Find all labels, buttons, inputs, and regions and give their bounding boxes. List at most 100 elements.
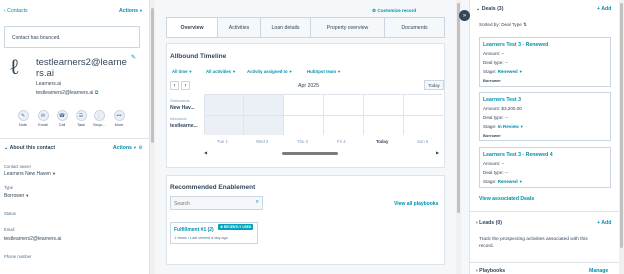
about-actions-label: Actions <box>112 145 132 151</box>
email-button[interactable]: ✉ Email <box>33 110 53 127</box>
timeline-scrollbar-thumb[interactable] <box>282 152 338 155</box>
note-icon: ✎ <box>17 110 29 121</box>
call-label: Call <box>58 123 66 127</box>
email-field-label: Email <box>4 227 15 232</box>
leads-header[interactable]: › Leads (0) <box>476 220 502 226</box>
envelope-icon: ✉ <box>37 110 49 121</box>
deals-header[interactable]: ⌄ Deals (3) <box>476 6 503 12</box>
tab-overview[interactable]: Overview <box>167 18 218 37</box>
actions-menu[interactable]: Actions▼ <box>119 8 143 14</box>
scroll-right-icon[interactable]: ▶ <box>436 150 439 155</box>
row-owner: testlearne... <box>170 123 198 129</box>
add-lead-button[interactable]: + Add <box>597 220 611 226</box>
deal-stage-select[interactable]: In Review▼ <box>498 124 524 129</box>
filter-assigned-label: Activity assigned to <box>247 69 288 74</box>
tab-loan-details[interactable]: Loan details <box>261 18 311 37</box>
add-deal-button[interactable]: + Add <box>597 6 611 12</box>
caret-down-icon: ▼ <box>288 69 293 74</box>
about-actions-menu[interactable]: Actions▼ <box>113 145 137 151</box>
playbooks-header[interactable]: › Playbooks <box>476 268 505 274</box>
right-sidebar: ⌄ Deals (3) + Add Sorted by: Deal Type ⇅… <box>469 0 624 274</box>
deal-card[interactable]: Learners Test 3 Amount: $3,200.00 Deal t… <box>479 92 611 141</box>
manage-playbooks-link[interactable]: Manage <box>589 268 608 274</box>
tab-activities[interactable]: Activities <box>218 18 261 37</box>
about-toggle[interactable]: ⌄ About this contact <box>4 145 55 151</box>
tab-documents[interactable]: Documents <box>385 18 444 37</box>
recently-used-badge: ★ RECENTLY USED <box>218 224 254 230</box>
playbook-card[interactable]: Fulfillment #1 (2) ★ RECENTLY USED 1 vie… <box>170 222 258 244</box>
deal-type: Deal type: -- <box>483 170 509 175</box>
avatar[interactable]: ℓ <box>9 56 26 80</box>
contact-email: testlearners2@learners.ai <box>36 90 94 96</box>
settings-icon[interactable]: ⚙ <box>138 145 143 151</box>
phone-icon: ☎ <box>56 110 68 121</box>
row-outbounds: Outbounds <box>170 98 190 103</box>
day-label: Sun 6 <box>417 139 429 144</box>
call-button[interactable]: ☎ Call <box>52 110 72 127</box>
deal-stage-label: Stage: <box>483 179 497 184</box>
tab-property-overview[interactable]: Property overview <box>311 18 385 37</box>
main-scrollbar[interactable] <box>456 0 461 274</box>
today-button-label: Today <box>428 82 440 88</box>
day-label: Wed 2 <box>256 139 269 144</box>
more-button[interactable]: ••• More <box>109 110 129 127</box>
row-inbounds-owner: testlearne... <box>170 123 198 129</box>
playbook-search[interactable]: ⌕ <box>170 196 263 210</box>
search-input[interactable] <box>174 199 249 208</box>
left-scrollbar-thumb[interactable] <box>151 8 154 143</box>
filter-team[interactable]: HubSpot team▼ <box>307 69 341 74</box>
day-label-today: Today <box>376 139 389 144</box>
month-label: Apr 2025 <box>298 83 320 89</box>
playbook-meta: 1 views • Last viewed a day ago <box>174 236 228 240</box>
caret-down-icon: ▼ <box>139 8 143 13</box>
sequence-button[interactable]: ⋮ Sequ... <box>89 110 109 127</box>
next-month-button[interactable]: › <box>181 81 190 90</box>
task-icon: ☰ <box>75 110 87 121</box>
deal-stage-value: Renewed <box>497 69 518 74</box>
tab-label: Loan details <box>271 24 300 31</box>
day-label: Tue 1 <box>217 139 228 144</box>
edit-icon[interactable]: ✎ <box>131 54 136 61</box>
left-sidebar: ‹ Contacts Actions▼ Contact has bounced.… <box>0 0 150 274</box>
deal-title[interactable]: Learners Test 3 <box>483 97 521 103</box>
left-scrollbar[interactable] <box>150 0 155 274</box>
filter-time[interactable]: All time▼ <box>172 69 193 74</box>
leads-desc-line: record. <box>479 244 494 249</box>
email-field-value[interactable]: testlearners2@learners.ai <box>4 236 61 242</box>
today-button[interactable]: Today <box>424 80 444 90</box>
email-row: testlearners2@learners.ai ⧉ <box>36 90 98 96</box>
contacts-back-link[interactable]: ‹ Contacts <box>4 8 28 14</box>
prev-month-button[interactable]: ‹ <box>170 81 179 90</box>
tab-label: Property overview <box>326 24 369 31</box>
type-select[interactable]: Borrower▼ <box>4 193 29 199</box>
row-owner: New Hav... <box>170 105 195 111</box>
deal-card[interactable]: Learners Test 3 - Renewed 4 Amount: -- D… <box>479 147 611 188</box>
copy-icon[interactable]: ⧉ <box>95 90 99 96</box>
view-associated-deals-link[interactable]: View associated Deals <box>479 196 534 202</box>
collapse-sidebar-button[interactable]: » <box>459 10 470 21</box>
scroll-left-icon[interactable]: ◀ <box>204 150 207 155</box>
bounced-alert: Contact has bounced. <box>4 26 140 48</box>
task-button[interactable]: ☰ Task <box>71 110 91 127</box>
deal-title[interactable]: Learners Test 3 - Renewed <box>483 42 548 48</box>
filter-activities[interactable]: All activities▼ <box>206 69 236 74</box>
deal-title[interactable]: Learners Test 3 - Renewed 4 <box>483 152 553 158</box>
sort-row[interactable]: Sorted by: Deal Type ⇅ <box>479 22 527 28</box>
view-all-playbooks-link[interactable]: View all playbooks <box>394 201 438 207</box>
deal-type: Deal type: -- <box>483 60 509 65</box>
deal-card[interactable]: Learners Test 3 - Renewed Amount: -- Dea… <box>479 37 611 87</box>
right-scrollbar-thumb[interactable] <box>620 3 623 248</box>
contacts-link-label: Contacts <box>7 8 28 14</box>
deal-stage-select[interactable]: Renewed▼ <box>498 179 523 184</box>
deal-stage-select[interactable]: Renewed▼ <box>498 69 523 74</box>
note-button[interactable]: ✎ Note <box>13 110 33 127</box>
divider <box>470 211 624 212</box>
caret-down-icon: ▼ <box>188 69 193 74</box>
timeline-scrollbar[interactable]: ◀ ▶ <box>204 150 442 156</box>
owner-select[interactable]: Learners New Haven▼ <box>4 171 56 177</box>
filter-assigned[interactable]: Activity assigned to▼ <box>247 69 293 74</box>
main-scrollbar-thumb[interactable] <box>457 3 460 213</box>
company-name: Learners.ai <box>36 81 62 87</box>
right-scrollbar[interactable] <box>619 0 624 274</box>
customize-record-button[interactable]: ⚙ Customize record <box>372 8 416 14</box>
